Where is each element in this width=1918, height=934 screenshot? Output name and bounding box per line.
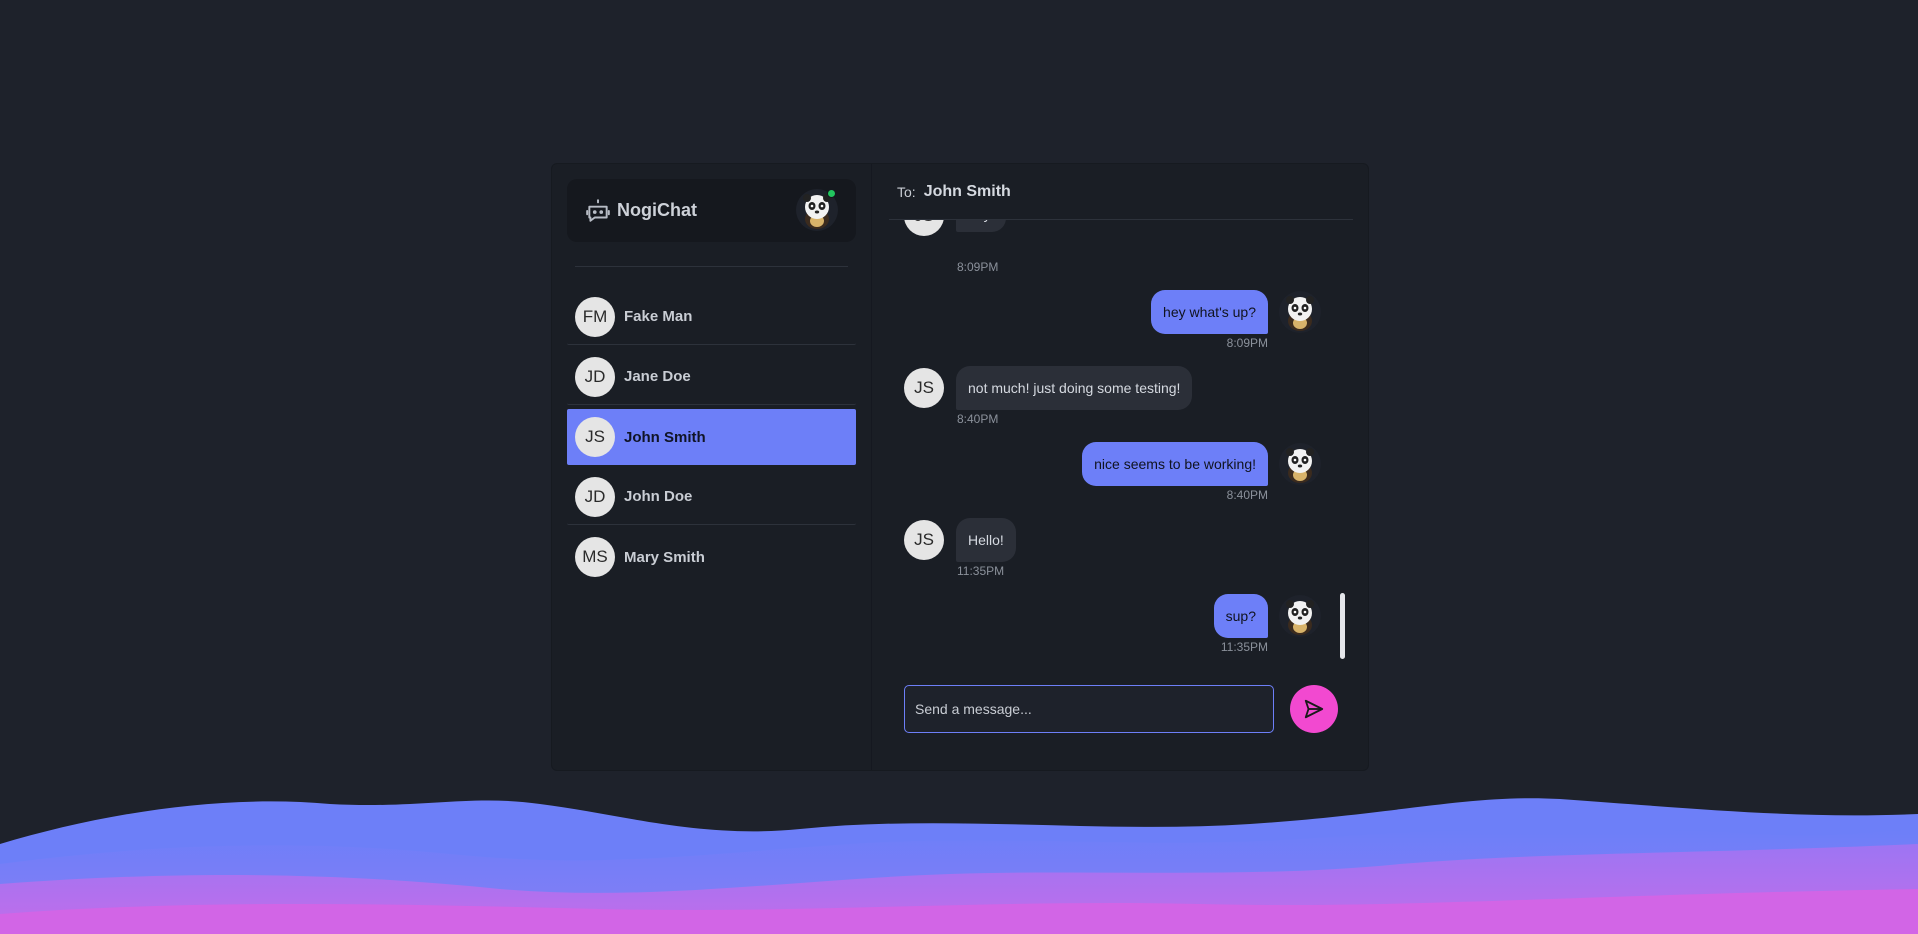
- background-waves: [0, 798, 1918, 934]
- chat-panel: To: John Smith JS hey! 8:09PM hey what's…: [872, 164, 1368, 770]
- message-time: 8:40PM: [1226, 488, 1268, 502]
- message-time: 8:09PM: [957, 260, 999, 274]
- message-outgoing: hey what's up?: [1151, 290, 1268, 334]
- scrollbar-thumb[interactable]: [1340, 593, 1345, 659]
- user-avatar: [1279, 443, 1321, 485]
- message-composer: [904, 685, 1274, 733]
- message-bubble: not much! just doing some testing!: [956, 366, 1193, 410]
- contact-avatar: MS: [575, 537, 615, 577]
- contact-name: John Smith: [624, 428, 706, 446]
- sender-avatar: JS: [904, 220, 944, 236]
- chat-app-window: NogiChat FM Fake Man JD Jane Doe JS John…: [551, 163, 1369, 771]
- send-icon: [1304, 699, 1324, 719]
- contact-item-selected[interactable]: JS John Smith: [567, 409, 856, 465]
- recipient-name: John Smith: [923, 182, 1011, 200]
- contact-list: FM Fake Man JD Jane Doe JS John Smith JD…: [567, 289, 856, 585]
- sidebar: NogiChat FM Fake Man JD Jane Doe JS John…: [552, 164, 872, 770]
- contact-item[interactable]: MS Mary Smith: [567, 529, 856, 585]
- message-bubble: hey!: [956, 220, 1007, 232]
- contact-item[interactable]: JD John Doe: [567, 469, 856, 525]
- contact-avatar: JD: [575, 356, 615, 397]
- recipient-label: To:: [897, 183, 916, 200]
- message-time: 11:35PM: [1220, 640, 1268, 654]
- sender-avatar: JS: [904, 520, 944, 560]
- message-input[interactable]: [904, 685, 1274, 733]
- divider: [575, 266, 848, 267]
- contact-avatar: JD: [575, 476, 615, 517]
- contact-name: Mary Smith: [624, 548, 705, 566]
- contact-avatar: FM: [575, 296, 615, 337]
- online-status-indicator: [827, 189, 836, 198]
- message-outgoing: nice seems to be working!: [1082, 442, 1268, 486]
- brand-header: NogiChat: [567, 179, 856, 242]
- message-outgoing: sup?: [1213, 594, 1268, 638]
- message-time: 8:09PM: [1226, 336, 1268, 350]
- contact-name: Fake Man: [624, 308, 693, 325]
- message-time: 11:35PM: [957, 564, 1005, 578]
- user-avatar: [1279, 595, 1321, 637]
- message-time: 8:40PM: [957, 412, 999, 426]
- brand-name: NogiChat: [617, 200, 697, 220]
- message-incoming: JS hey!: [904, 220, 1007, 236]
- contact-avatar: JS: [575, 417, 615, 457]
- contact-item[interactable]: JD Jane Doe: [567, 349, 856, 405]
- chat-header: To: John Smith: [889, 164, 1353, 220]
- contact-name: John Doe: [624, 488, 693, 505]
- message-list[interactable]: JS hey! 8:09PM hey what's up? 8:09PM JS …: [889, 220, 1353, 665]
- contact-item[interactable]: FM Fake Man: [567, 289, 856, 345]
- bot-icon: [586, 198, 610, 222]
- message-incoming: JS Hello!: [904, 518, 1016, 562]
- sender-avatar: JS: [904, 368, 944, 408]
- user-avatar: [1279, 291, 1321, 333]
- message-incoming: JS not much! just doing some testing!: [904, 366, 1193, 410]
- contact-name: Jane Doe: [624, 368, 691, 385]
- send-button[interactable]: [1290, 685, 1338, 733]
- message-bubble: Hello!: [956, 518, 1016, 562]
